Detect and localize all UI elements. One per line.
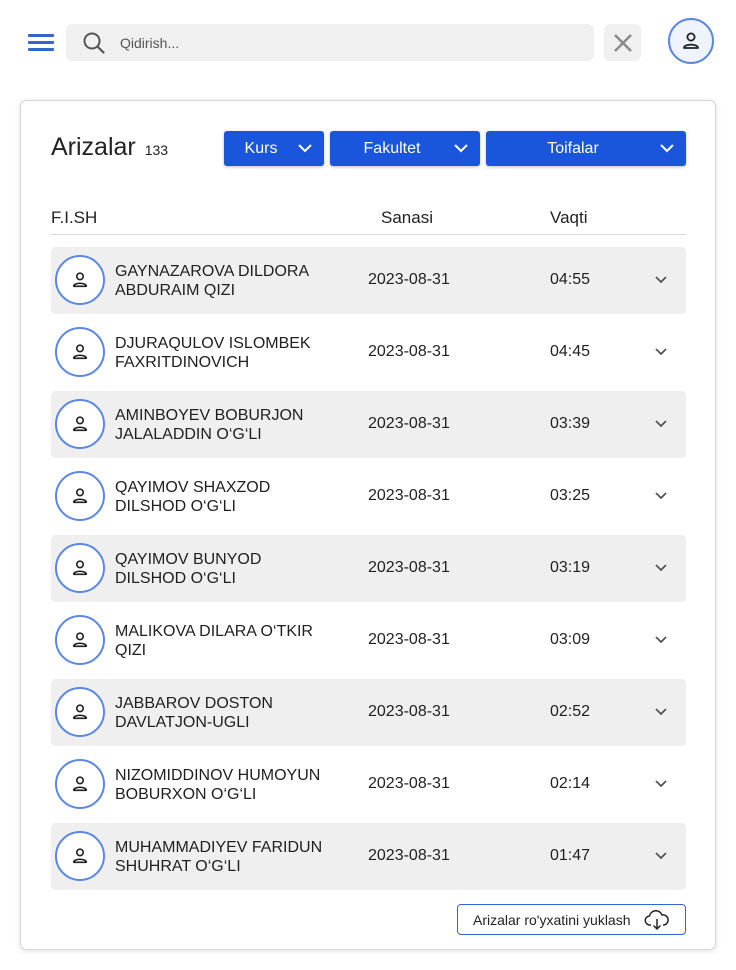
chevron-down-icon bbox=[298, 144, 312, 153]
application-time: 04:55 bbox=[550, 271, 591, 288]
profile-button[interactable] bbox=[668, 18, 714, 64]
list-item[interactable]: QAYIMOV SHAXZOD DILSHOD O‘G‘LI 2023-08-3… bbox=[51, 463, 686, 530]
avatar bbox=[55, 399, 105, 449]
list-item[interactable]: MALIKOVA DILARA O‘TKIR QIZI 2023-08-31 0… bbox=[51, 607, 686, 674]
chevron-down-icon bbox=[454, 144, 468, 153]
application-time: 01:47 bbox=[550, 847, 591, 864]
application-date: 2023-08-31 bbox=[368, 487, 450, 504]
user-icon bbox=[72, 632, 88, 648]
application-date: 2023-08-31 bbox=[368, 703, 450, 720]
application-time: 04:45 bbox=[550, 343, 591, 360]
search-input[interactable] bbox=[120, 24, 580, 61]
column-header-date: Sanasi bbox=[381, 208, 433, 227]
avatar bbox=[55, 615, 105, 665]
list-item[interactable]: GAYNAZAROVA DILDORA ABDURAIM QIZI 2023-0… bbox=[51, 247, 686, 314]
chevron-down-icon[interactable] bbox=[654, 492, 668, 501]
user-icon bbox=[72, 488, 88, 504]
user-icon bbox=[72, 776, 88, 792]
cloud-download-icon bbox=[644, 909, 669, 931]
applications-count: 133 bbox=[144, 142, 169, 158]
application-date: 2023-08-31 bbox=[368, 847, 450, 864]
applicant-name: AMINBOYEV BOBURJON JALALADDIN O‘G‘LI bbox=[115, 407, 304, 443]
applications-list: GAYNAZAROVA DILDORA ABDURAIM QIZI 2023-0… bbox=[51, 247, 686, 895]
header-divider bbox=[51, 234, 686, 235]
list-item[interactable]: AMINBOYEV BOBURJON JALALADDIN O‘G‘LI 202… bbox=[51, 391, 686, 458]
download-list-label: Arizalar ro'yxatini yuklash bbox=[473, 911, 631, 928]
applications-card: Arizalar 133 Kurs Fakultet Toifalar F.I.… bbox=[20, 100, 716, 950]
application-date: 2023-08-31 bbox=[368, 343, 450, 360]
chevron-down-icon[interactable] bbox=[654, 420, 668, 429]
download-list-button[interactable]: Arizalar ro'yxatini yuklash bbox=[457, 904, 686, 935]
chevron-down-icon[interactable] bbox=[654, 276, 668, 285]
application-time: 03:09 bbox=[550, 631, 591, 648]
chevron-down-icon[interactable] bbox=[654, 636, 668, 645]
filter-kurs-label: Kurs bbox=[244, 139, 278, 157]
applicant-name: MALIKOVA DILARA O‘TKIR QIZI bbox=[115, 623, 313, 659]
chevron-down-icon[interactable] bbox=[654, 564, 668, 573]
application-date: 2023-08-31 bbox=[368, 271, 450, 288]
application-date: 2023-08-31 bbox=[368, 631, 450, 648]
chevron-down-icon bbox=[660, 144, 674, 153]
chevron-down-icon[interactable] bbox=[654, 708, 668, 717]
user-icon bbox=[72, 416, 88, 432]
avatar bbox=[55, 759, 105, 809]
avatar bbox=[55, 831, 105, 881]
applicant-name: DJURAQULOV ISLOMBEK FAXRITDINOVICH bbox=[115, 335, 311, 371]
clear-search-button[interactable] bbox=[604, 24, 641, 61]
chevron-down-icon[interactable] bbox=[654, 852, 668, 861]
list-item[interactable]: JABBAROV DOSTON DAVLATJON-UGLI 2023-08-3… bbox=[51, 679, 686, 746]
list-item[interactable]: DJURAQULOV ISLOMBEK FAXRITDINOVICH 2023-… bbox=[51, 319, 686, 386]
application-date: 2023-08-31 bbox=[368, 415, 450, 432]
application-time: 03:19 bbox=[550, 559, 591, 576]
applicant-name: NIZOMIDDINOV HUMOYUN BOBURXON O‘G‘LI bbox=[115, 767, 321, 803]
avatar bbox=[55, 687, 105, 737]
application-time: 03:25 bbox=[550, 487, 591, 504]
avatar bbox=[55, 471, 105, 521]
list-item[interactable]: NIZOMIDDINOV HUMOYUN BOBURXON O‘G‘LI 202… bbox=[51, 751, 686, 818]
list-item[interactable]: QAYIMOV BUNYOD DILSHOD O‘G‘LI 2023-08-31… bbox=[51, 535, 686, 602]
application-time: 02:52 bbox=[550, 703, 591, 720]
applicant-name: MUHAMMADIYEV FARIDUN SHUHRAT O‘G‘LI bbox=[115, 839, 323, 875]
applicant-name: QAYIMOV BUNYOD DILSHOD O‘G‘LI bbox=[115, 551, 262, 587]
chevron-down-icon[interactable] bbox=[654, 780, 668, 789]
filter-kurs-dropdown[interactable]: Kurs bbox=[224, 131, 324, 166]
list-item[interactable]: MUHAMMADIYEV FARIDUN SHUHRAT O‘G‘LI 2023… bbox=[51, 823, 686, 890]
user-icon bbox=[72, 560, 88, 576]
hamburger-menu-icon[interactable] bbox=[28, 34, 54, 54]
applicant-name: JABBAROV DOSTON DAVLATJON-UGLI bbox=[115, 695, 273, 731]
application-date: 2023-08-31 bbox=[368, 559, 450, 576]
application-date: 2023-08-31 bbox=[368, 775, 450, 792]
user-icon bbox=[72, 344, 88, 360]
filter-toifalar-label: Toifalar bbox=[547, 139, 599, 157]
applicant-name: GAYNAZAROVA DILDORA ABDURAIM QIZI bbox=[115, 263, 309, 299]
page-title: Arizalar 133 bbox=[51, 133, 168, 162]
page-title-text: Arizalar bbox=[51, 133, 136, 161]
filter-fakultet-dropdown[interactable]: Fakultet bbox=[330, 131, 480, 166]
avatar bbox=[55, 327, 105, 377]
filter-fakultet-label: Fakultet bbox=[363, 139, 421, 157]
user-icon bbox=[72, 272, 88, 288]
close-icon bbox=[613, 33, 632, 52]
column-header-time: Vaqti bbox=[550, 208, 588, 227]
applicant-name: QAYIMOV SHAXZOD DILSHOD O‘G‘LI bbox=[115, 479, 271, 515]
search-icon bbox=[83, 32, 105, 54]
avatar bbox=[55, 255, 105, 305]
search-bar bbox=[66, 24, 594, 61]
filter-toifalar-dropdown[interactable]: Toifalar bbox=[486, 131, 686, 166]
column-header-name: F.I.SH bbox=[51, 208, 98, 227]
user-icon bbox=[72, 704, 88, 720]
chevron-down-icon[interactable] bbox=[654, 348, 668, 357]
application-time: 03:39 bbox=[550, 415, 591, 432]
user-icon bbox=[72, 848, 88, 864]
application-time: 02:14 bbox=[550, 775, 591, 792]
avatar bbox=[55, 543, 105, 593]
user-icon bbox=[683, 32, 699, 49]
